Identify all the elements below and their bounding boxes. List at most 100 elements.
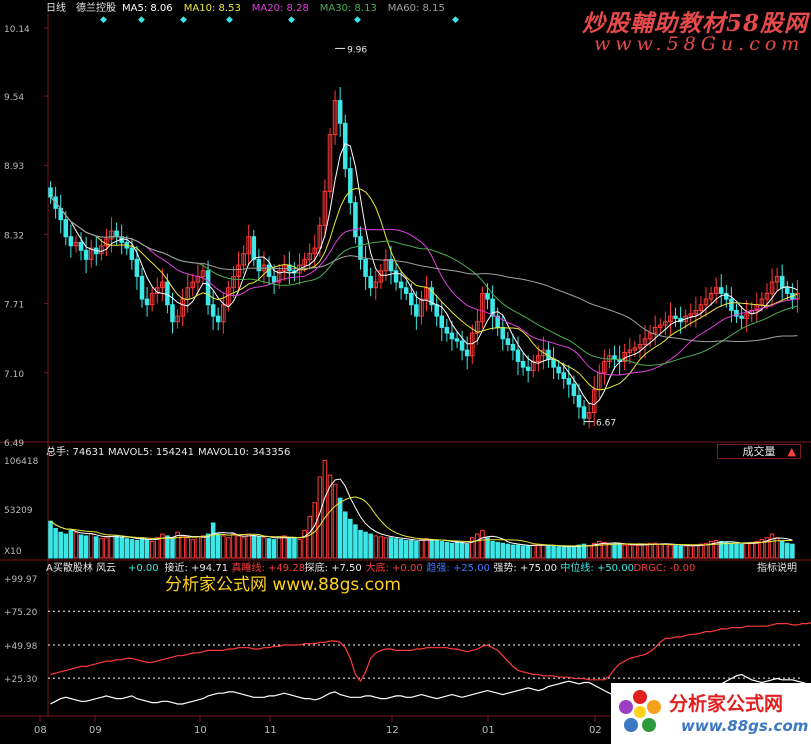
- volume-bar-65: [378, 536, 384, 559]
- volume-bar-27: [185, 537, 191, 559]
- candle-body-3: [63, 219, 69, 238]
- volume-bar-127: [693, 544, 699, 559]
- candle-body-33: [215, 315, 221, 323]
- volume-bar-31: [205, 533, 211, 559]
- volume-bar-70: [403, 540, 409, 559]
- candle-body-77: [439, 315, 445, 328]
- volume-bar-95: [530, 544, 536, 559]
- volume-bar-121: [663, 543, 668, 559]
- volume-bar-56: [332, 483, 338, 559]
- mavol-line-1: [50, 496, 793, 547]
- candle-body-63: [368, 275, 373, 289]
- logo-title: 分析家公式网: [669, 693, 784, 715]
- candle-body-24: [170, 304, 175, 323]
- candle-body-89: [500, 326, 506, 340]
- volume-bar-139: [754, 540, 760, 559]
- volume-bar-118: [647, 542, 653, 559]
- volume-bar-43: [266, 538, 272, 559]
- candle-body-57: [337, 100, 343, 124]
- volume-bar-82: [464, 543, 470, 559]
- volume-bar-123: [673, 544, 678, 559]
- volume-bar-46: [281, 535, 287, 559]
- candle-body-104: [576, 394, 582, 408]
- volume-bar-99: [551, 545, 556, 559]
- volume-bar-89: [500, 542, 506, 559]
- candle-body-31: [205, 270, 211, 306]
- volume-bar-115: [632, 544, 638, 559]
- volume-bar-100: [556, 546, 561, 559]
- volume-tick-label-1: 53209: [4, 506, 33, 516]
- candle-body-60: [353, 202, 358, 238]
- volume-bar-92: [515, 544, 521, 559]
- volume-indicator-button[interactable]: 成交量 ▲: [717, 444, 801, 459]
- volume-bar-42: [261, 537, 267, 559]
- candle-body-19: [144, 298, 150, 306]
- candle-body-78: [444, 326, 450, 334]
- candle-body-17: [134, 258, 140, 277]
- annotation-label-0: 9.96: [347, 45, 367, 55]
- volume-bar-133: [724, 541, 729, 559]
- candle-body-93: [520, 360, 526, 368]
- volume-bar-69: [398, 539, 404, 559]
- volume-bar-86: [485, 537, 490, 559]
- volume-bar-14: [119, 537, 124, 559]
- volume-bar-29: [195, 536, 201, 559]
- candle-body-103: [571, 383, 577, 396]
- signal-marker-4: ◆: [288, 15, 295, 25]
- period-label: 日线: [46, 1, 66, 14]
- price-tick-label-3: 8.32: [4, 231, 24, 241]
- volume-bar-20: [149, 540, 155, 559]
- candle-body-0: [48, 187, 53, 198]
- volume-bar-24: [170, 537, 175, 559]
- candle-body-44: [271, 275, 277, 283]
- volume-bar-37: [236, 535, 241, 559]
- indicator-item-0: +0.00: [128, 563, 159, 574]
- x-tick-label-3: 11: [264, 725, 277, 736]
- candle-body-102: [566, 377, 572, 385]
- volume-bar-41: [256, 536, 262, 559]
- volume-bar-4: [68, 529, 74, 559]
- volume-bar-13: [114, 535, 119, 559]
- candle-body-105: [581, 406, 587, 419]
- volume-bar-15: [124, 538, 130, 559]
- candle-body-100: [556, 366, 561, 374]
- triangle-icon: ▲: [787, 445, 796, 458]
- volume-bar-48: [292, 538, 297, 559]
- volume-bar-96: [536, 543, 541, 559]
- candle-body-80: [454, 338, 460, 342]
- volume-bar-38: [241, 537, 246, 559]
- volume-bar-122: [668, 544, 673, 559]
- signal-marker-5: ◆: [354, 15, 361, 25]
- volume-bar-5: [73, 531, 79, 559]
- volume-bar-51: [307, 516, 312, 559]
- volume-bar-18: [139, 537, 145, 559]
- volume-bar-104: [576, 544, 582, 559]
- candle-body-41: [256, 258, 262, 272]
- candle-body-68: [393, 270, 399, 283]
- volume-bar-19: [144, 539, 150, 559]
- volume-bar-10: [99, 538, 104, 559]
- volume-bar-135: [734, 543, 739, 559]
- candle-body-76: [434, 304, 439, 317]
- signal-marker-2: ◆: [180, 15, 187, 25]
- candle-body-32: [210, 304, 216, 317]
- volume-bar-63: [368, 533, 373, 559]
- volume-bar-87: [490, 540, 495, 559]
- annotation-label-1: 6.67: [596, 419, 616, 429]
- candle-body-18: [139, 275, 145, 300]
- volume-bar-97: [541, 544, 546, 559]
- volume-bar-106: [586, 545, 592, 559]
- mavol10-label: MAVOL10: 343356: [198, 447, 290, 458]
- volume-bar-120: [657, 543, 663, 559]
- indicator-name: A买散股林 风云: [46, 561, 116, 574]
- ma-legend-3: MA30: 8.13: [320, 3, 377, 14]
- volume-bar-12: [109, 534, 114, 559]
- logo-url: www.88gs.com: [681, 717, 809, 735]
- volume-bar-30: [200, 535, 206, 559]
- volume-bar-3: [63, 533, 69, 559]
- volume-bar-116: [637, 544, 643, 559]
- volume-bar-59: [348, 518, 353, 559]
- volume-bar-85: [480, 529, 485, 559]
- volume-bar-57: [337, 497, 343, 559]
- signal-marker-1: ◆: [138, 15, 145, 25]
